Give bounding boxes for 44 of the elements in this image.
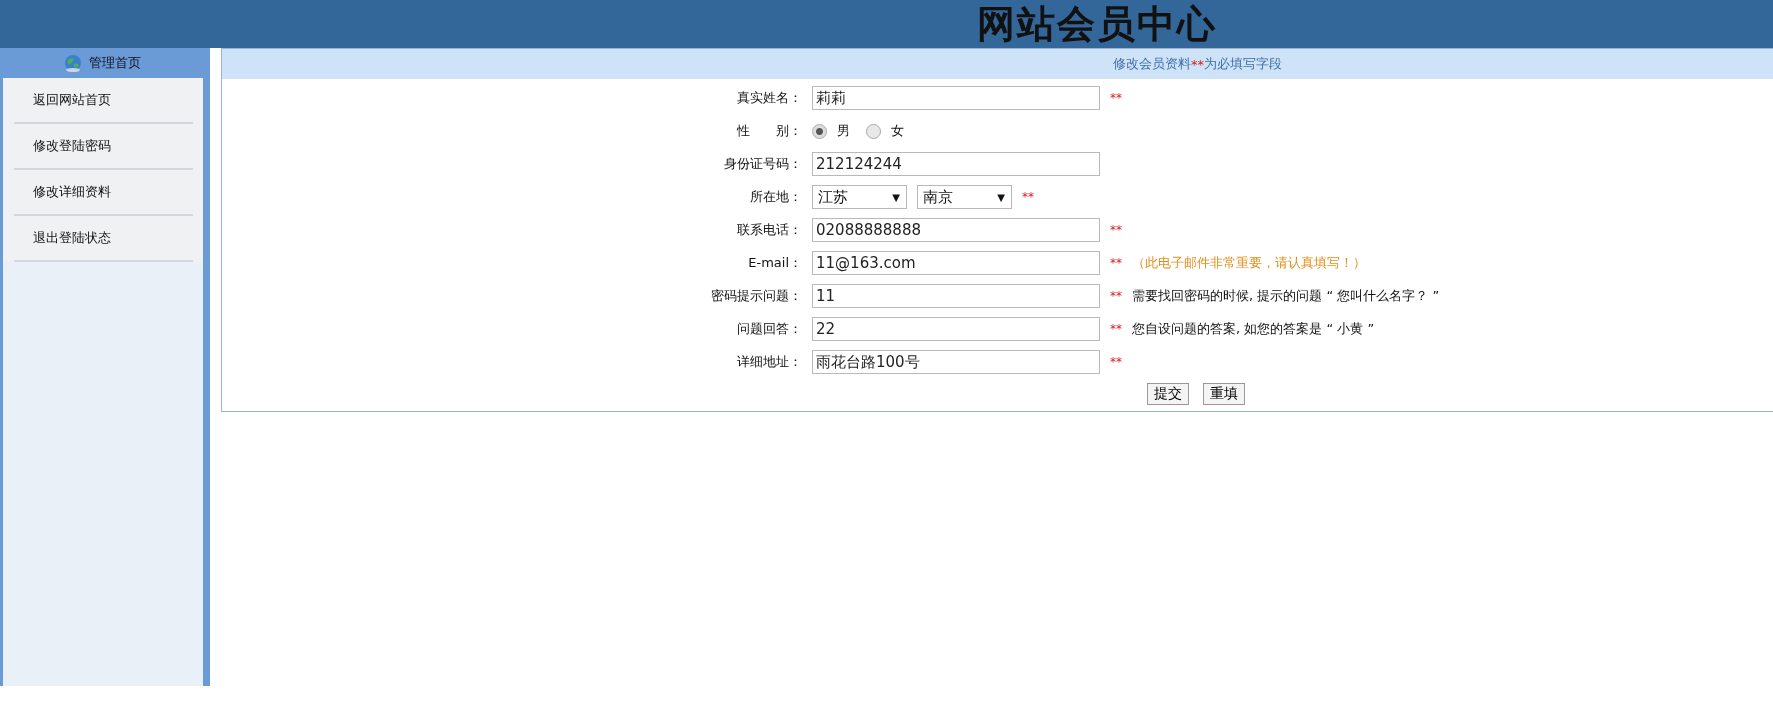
required-mark: ** [1110,91,1122,105]
field-label: 性 别： [736,122,803,140]
text-field[interactable]: 莉莉 [812,86,1100,110]
globe-icon [62,53,83,73]
radio-label: 女 [891,122,904,140]
field-label: 问题回答： [736,320,803,338]
required-mark: ** [1022,190,1034,204]
field-hint: 您自设问题的答案, 如您的答案是 “ 小黄 ” [1132,320,1375,338]
field-label: 联系电话： [736,221,803,239]
reset-button[interactable]: 重填 [1203,383,1245,405]
panel-title: 修改会员资料 [1113,55,1191,73]
sidebar-link[interactable]: 修改登陆密码 [14,124,193,170]
required-mark: ** [1110,256,1122,270]
field-hint: （此电子邮件非常重要，请认真填写！） [1132,254,1366,272]
required-mark: ** [1110,355,1122,369]
required-mark: ** [1110,322,1122,336]
required-mark: ** [1110,223,1122,237]
radio-button[interactable] [866,123,881,139]
radio-button[interactable] [812,123,827,139]
dropdown[interactable]: 南京 ▼ [917,185,1012,209]
field-label: 详细地址： [736,353,803,371]
site-title: 网站会员中心 [976,0,1217,48]
field-hint: 需要找回密码的时候, 提示的问题 “ 您叫什么名字？ ” [1132,287,1440,305]
field-label: 真实姓名： [736,89,803,107]
required-mark: ** [1110,289,1122,303]
field-label: 密码提示问题： [710,287,803,305]
sidebar-link[interactable]: 退出登陆状态 [14,216,193,262]
text-field[interactable]: 22 [812,317,1100,341]
sidebar-title: 管理首页 [88,54,141,72]
text-field[interactable]: 11@163.com [812,251,1100,275]
sidebar-link[interactable]: 修改详细资料 [14,170,193,216]
field-label: E-mail： [747,254,803,272]
text-field[interactable]: 雨花台路100号 [812,350,1100,374]
radio-label: 男 [837,122,850,140]
required-mark: ** [1191,56,1204,72]
text-field[interactable]: 11 [812,284,1100,308]
text-field[interactable]: 212124244 [812,152,1100,176]
panel-note: 为必填写字段 [1204,55,1282,73]
dropdown[interactable]: 江苏 ▼ [812,185,907,209]
field-label: 身份证号码： [723,155,803,173]
field-label: 所在地： [749,188,803,206]
sidebar-link[interactable]: 返回网站首页 [14,78,193,124]
text-field[interactable]: 02088888888 [812,218,1100,242]
submit-button[interactable]: 提交 [1147,383,1189,405]
